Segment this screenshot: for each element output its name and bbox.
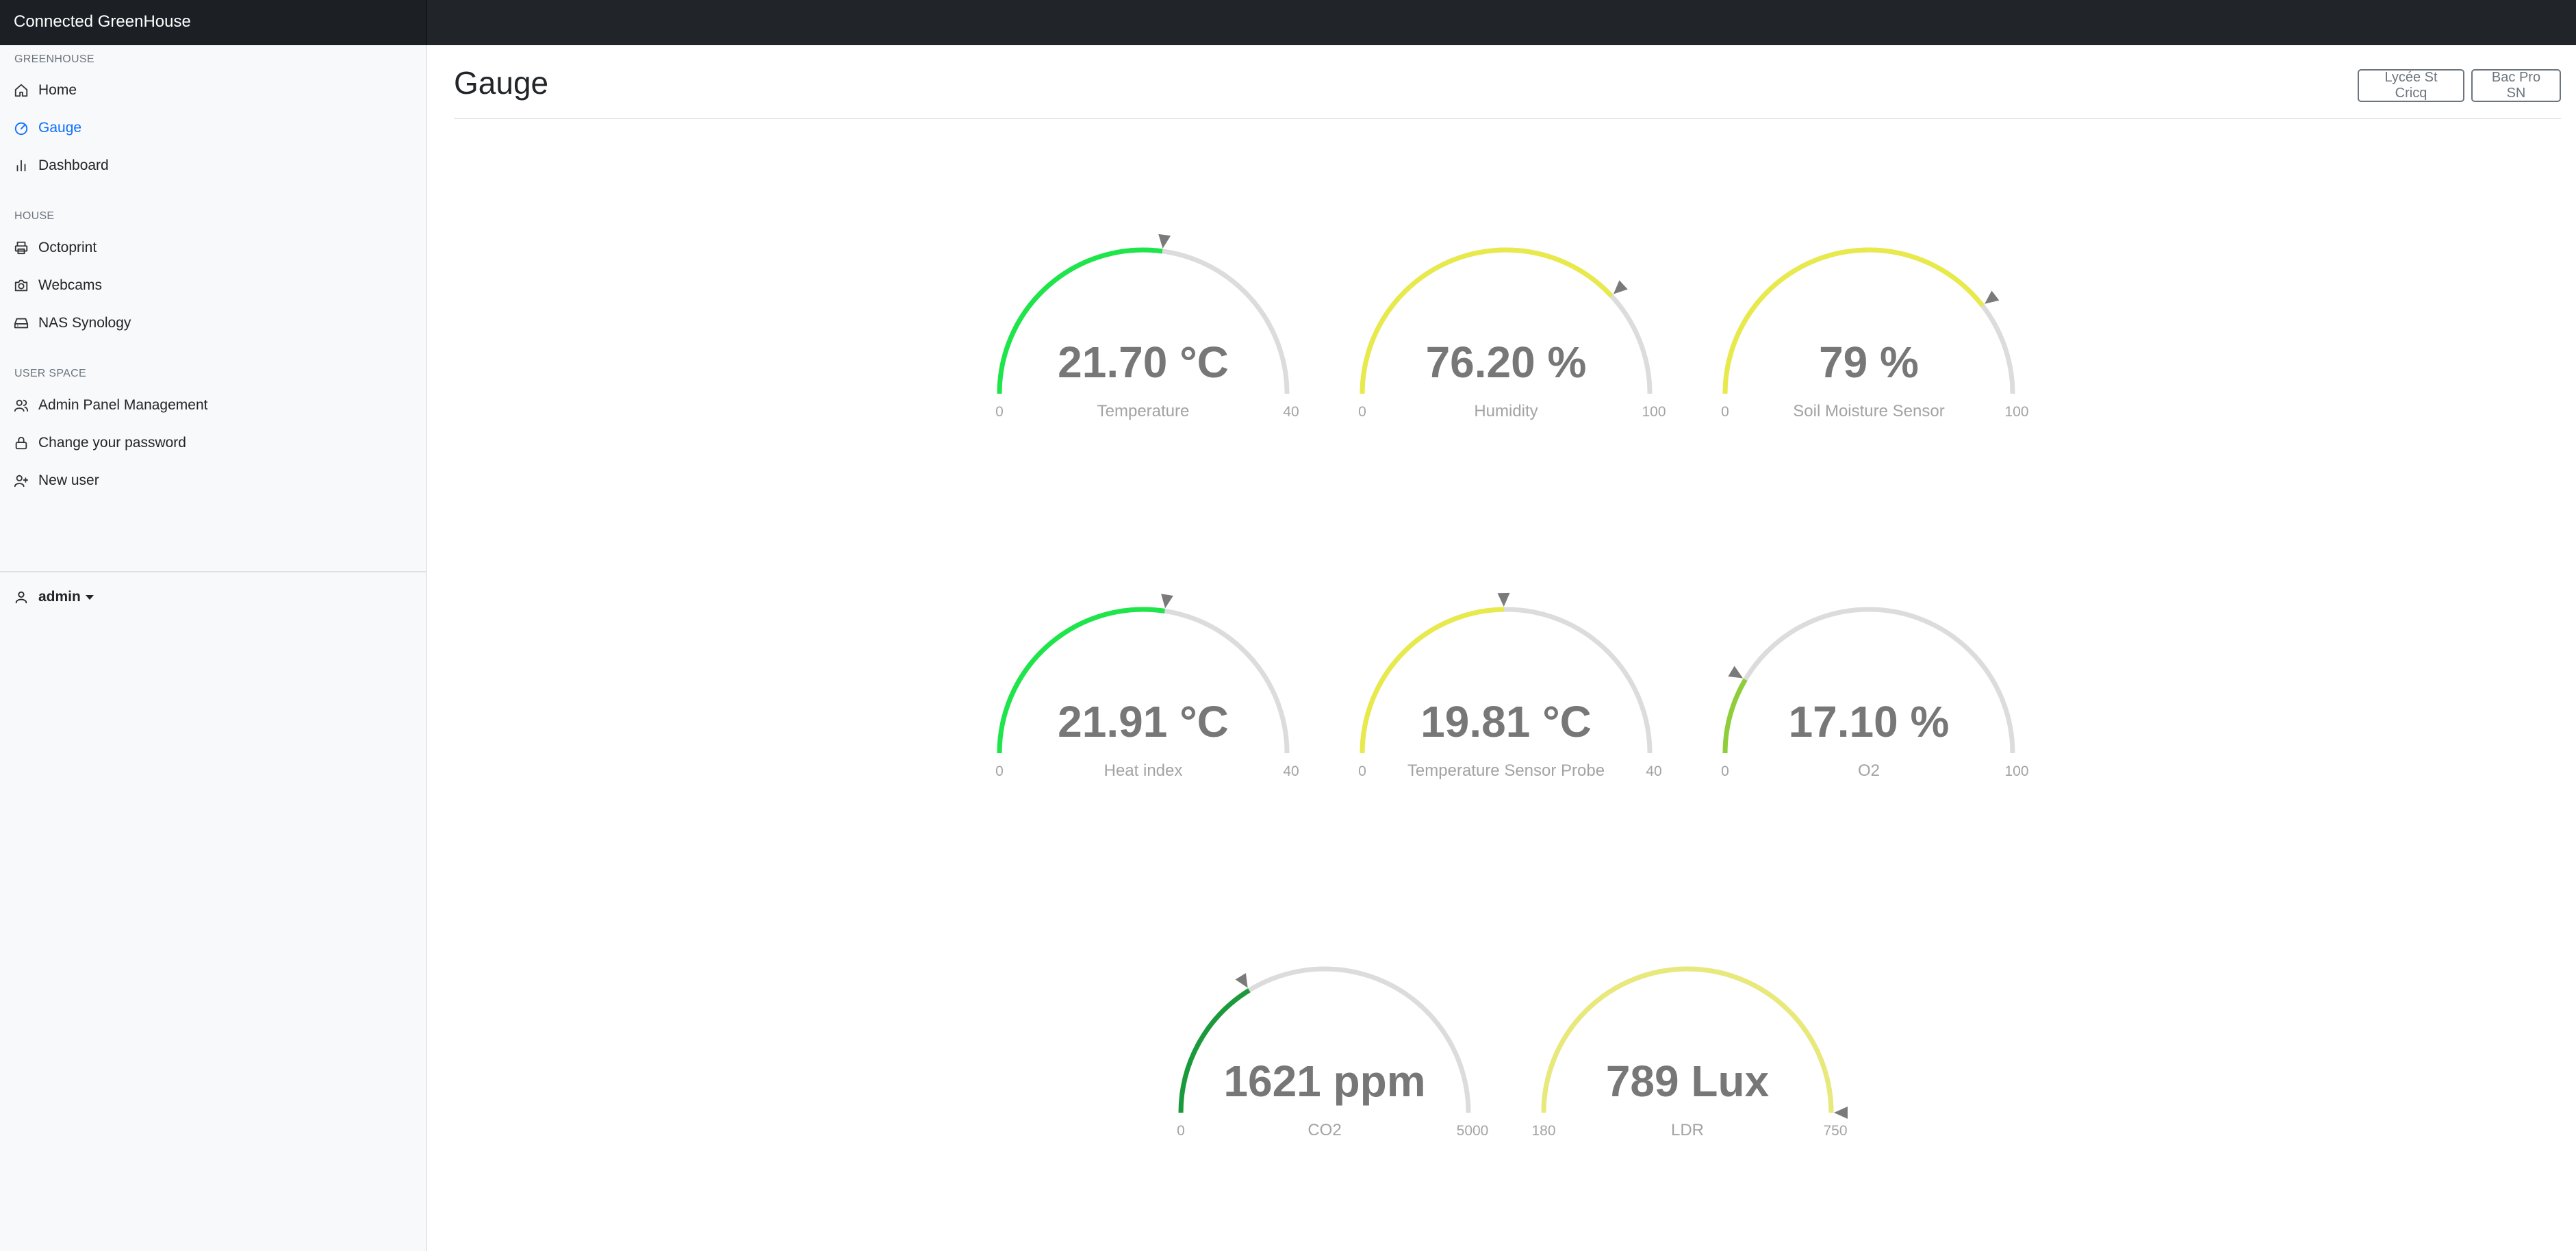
gauge-soil-moisture-sensor: 79 % Soil Moisture Sensor 0 100 [1721,247,2029,420]
gauge-ldr: 789 Lux LDR 180 750 [1531,966,1848,1139]
gauge-heat-index: 21.91 °C Heat index 0 40 [995,594,1299,780]
gauge-max: 5000 [1457,1123,1489,1139]
gauge-max: 40 [1283,763,1299,779]
gauge-temperature-sensor-probe: 19.81 °C Temperature Sensor Probe 0 40 [1358,592,1662,780]
gauge-max: 100 [2004,404,2028,420]
gauge-temperature: 21.70 °C Temperature 0 40 [995,233,1299,420]
gauge-pointer [1985,290,2000,304]
gauge-humidity: 76.20 % Humidity 0 100 [1358,247,1666,420]
gauge-o2: 17.10 % O2 0 100 [1721,607,2029,780]
gauge-label: O2 [1858,761,1880,780]
gauge-max: 100 [2004,763,2028,779]
gauge-label: LDR [1671,1121,1704,1139]
gauge-max: 100 [1642,404,1666,420]
gauge-min: 0 [1358,404,1366,420]
gauge-pointer [1158,233,1171,249]
gauge-label: Temperature [1097,402,1190,420]
gauge-value: 21.91 °C [1058,697,1229,746]
gauge-value: 789 Lux [1606,1057,1770,1106]
gauge-label: CO2 [1308,1121,1341,1139]
gauge-min: 0 [1721,763,1729,779]
gauge-pointer [1235,973,1248,988]
gauge-value: 76.20 % [1426,338,1587,387]
gauge-min: 0 [1721,404,1729,420]
gauge-label: Heat index [1104,761,1183,780]
gauge-value: 21.70 °C [1058,338,1229,387]
gauge-value: 79 % [1819,338,1919,387]
gauge-pointer [1728,666,1744,679]
gauge-grid: 21.70 °C Temperature 0 40 76.20 % Humidity 0 10… [995,233,2029,1139]
gauge-min: 0 [1177,1123,1185,1139]
gauge-label: Temperature Sensor Probe [1407,761,1605,780]
gauge-label: Humidity [1474,402,1538,420]
gauge-co2: 1621 ppm CO2 0 5000 [1177,966,1489,1139]
gauge-pointer [1161,594,1173,609]
gauge-max: 40 [1283,404,1299,420]
gauge-max: 750 [1823,1123,1847,1139]
gauge-value: 1621 ppm [1223,1057,1425,1106]
gauge-value: 17.10 % [1789,697,1950,746]
gauge-pointer [1497,592,1510,607]
gauge-min: 0 [995,763,1004,779]
gauge-min: 0 [1358,763,1366,779]
gauge-label: Soil Moisture Sensor [1793,402,1944,420]
gauge-pointer [1613,280,1628,294]
gauge-max: 40 [1646,763,1661,779]
gauge-value: 19.81 °C [1420,697,1592,746]
gauge-min: 180 [1531,1123,1555,1139]
gauge-min: 0 [995,404,1004,420]
gauge-pointer [1834,1107,1848,1119]
gauge-fill [1722,678,1748,754]
